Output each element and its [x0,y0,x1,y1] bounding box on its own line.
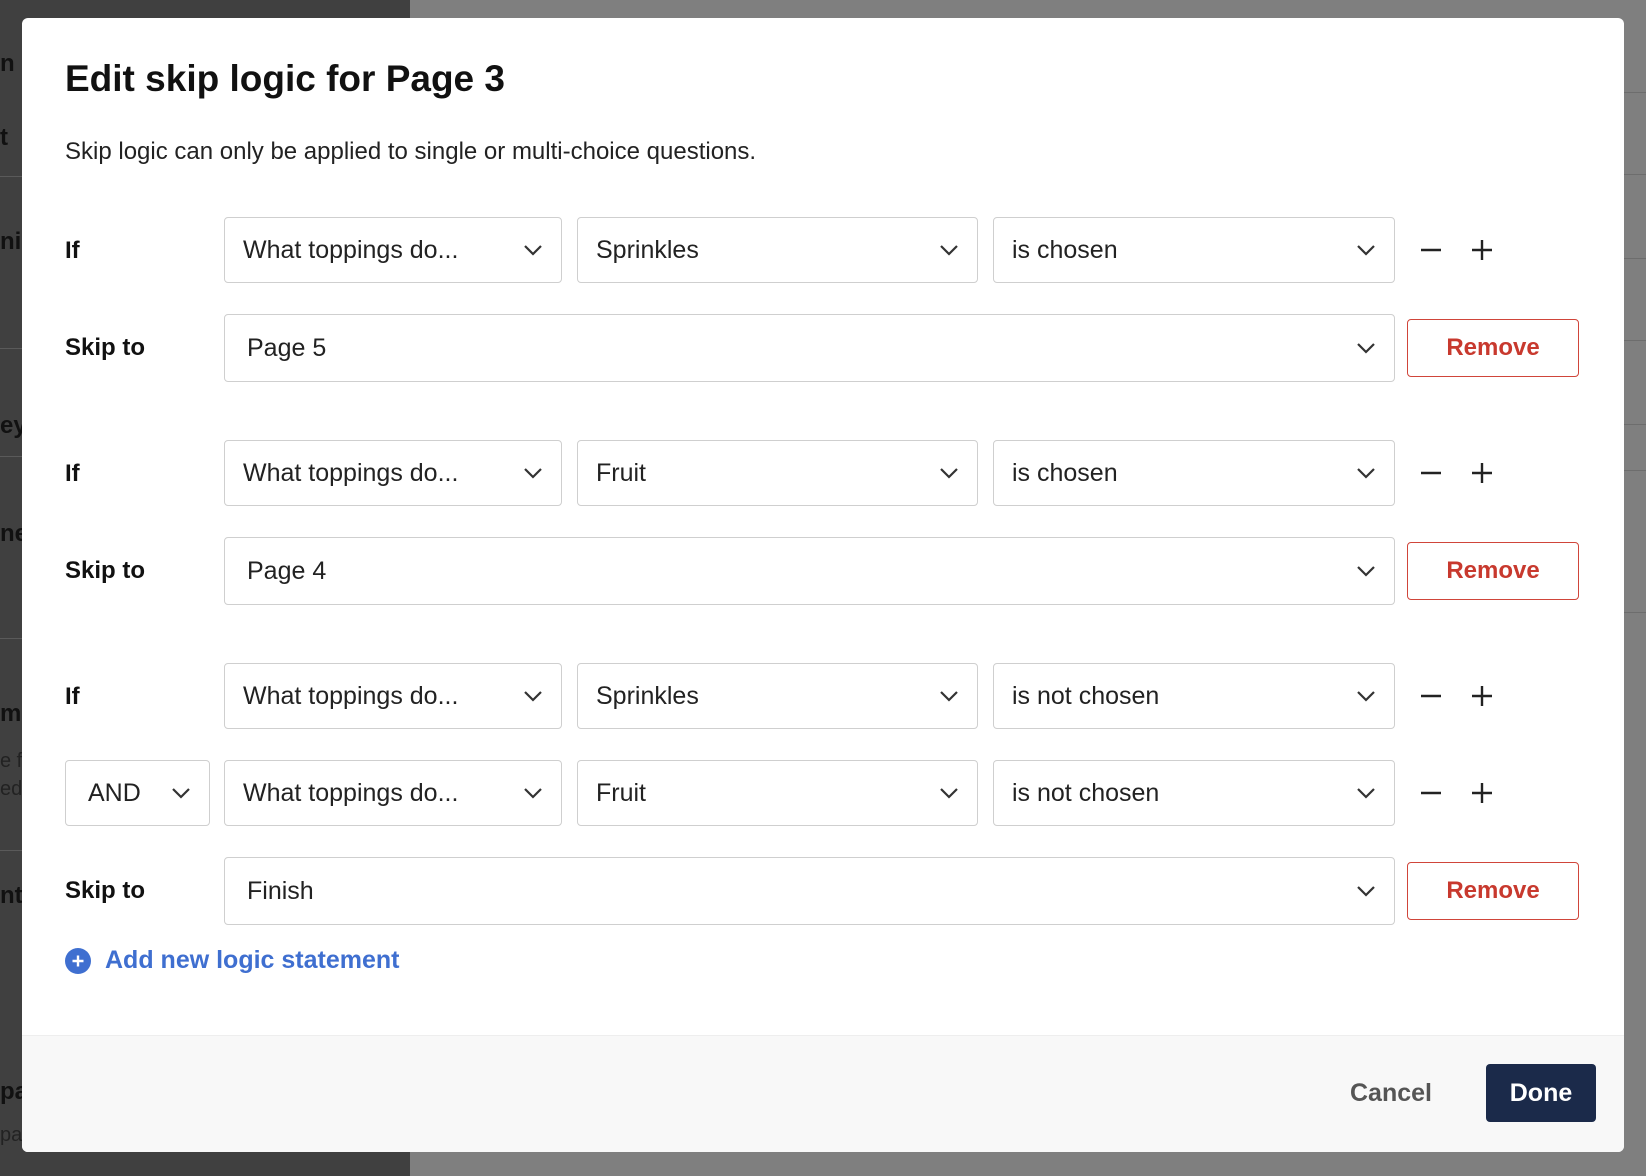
remove-condition-button[interactable] [1414,679,1448,713]
dialog-footer: Cancel Done [22,1035,1624,1152]
background-text: e f [0,750,23,772]
chevron-down-icon [1357,343,1375,354]
question-select-value: What toppings do... [243,235,459,264]
done-button[interactable]: Done [1486,1064,1596,1122]
question-select[interactable]: What toppings do... [224,217,562,283]
plus-icon [1472,463,1492,483]
background-text: n [0,50,15,77]
chevron-down-icon [940,788,958,799]
chevron-down-icon [1357,788,1375,799]
background-text: t [0,124,8,151]
remove-condition-button[interactable] [1414,456,1448,490]
chevron-down-icon [1357,886,1375,897]
answer-select-value: Fruit [596,458,646,487]
remove-condition-button[interactable] [1414,233,1448,267]
operator-select[interactable]: is chosen [993,217,1395,283]
skip-to-select-value: Page 4 [247,556,327,585]
logic-operator-select[interactable]: AND [65,760,210,826]
chevron-down-icon [524,245,542,256]
minus-icon [1421,694,1441,698]
skip-to-select[interactable]: Page 5 [224,314,1395,382]
skip-to-select-value: Finish [247,876,314,905]
add-condition-button[interactable] [1465,233,1499,267]
question-select-value: What toppings do... [243,681,459,710]
answer-select[interactable]: Sprinkles [577,663,978,729]
cancel-button[interactable]: Cancel [1350,1064,1432,1122]
add-logic-statement-label: Add new logic statement [105,946,400,974]
plus-circle-icon [65,947,91,974]
answer-select-value: Sprinkles [596,235,699,264]
remove-statement-button[interactable]: Remove [1407,542,1579,600]
chevron-down-icon [1357,245,1375,256]
skip-to-select[interactable]: Page 4 [224,537,1395,605]
chevron-down-icon [172,788,190,799]
skip-to-select[interactable]: Finish [224,857,1395,925]
operator-select-value: is not chosen [1012,681,1160,710]
remove-statement-button[interactable]: Remove [1407,319,1579,377]
skip-to-label: Skip to [65,557,146,584]
dialog-title: Edit skip logic for Page 3 [65,58,505,99]
answer-select-value: Sprinkles [596,681,699,710]
remove-statement-button[interactable]: Remove [1407,862,1579,920]
background-divider [0,638,24,639]
question-select-value: What toppings do... [243,778,459,807]
question-select[interactable]: What toppings do... [224,663,562,729]
chevron-down-icon [1357,566,1375,577]
minus-icon [1421,248,1441,252]
answer-select-value: Fruit [596,778,646,807]
minus-icon [1421,471,1441,475]
add-condition-button[interactable] [1465,679,1499,713]
add-condition-button[interactable] [1465,776,1499,810]
question-select[interactable]: What toppings do... [224,440,562,506]
operator-select[interactable]: is chosen [993,440,1395,506]
background-divider [0,348,24,349]
add-logic-statement-button[interactable]: Add new logic statement [65,946,399,975]
plus-icon [1472,686,1492,706]
background-text: nt [0,882,23,909]
operator-select[interactable]: is not chosen [993,663,1395,729]
chevron-down-icon [524,468,542,479]
dialog-description: Skip logic can only be applied to single… [65,138,757,165]
skip-to-label: Skip to [65,877,146,904]
operator-select-value: is chosen [1012,235,1118,264]
if-label: If [65,237,80,264]
operator-select-value: is not chosen [1012,778,1160,807]
chevron-down-icon [940,245,958,256]
minus-icon [1421,791,1441,795]
logic-operator-select-value: AND [88,778,141,807]
background-text: ni [0,228,22,255]
chevron-down-icon [1357,691,1375,702]
question-select[interactable]: What toppings do... [224,760,562,826]
chevron-down-icon [940,691,958,702]
background-divider [0,850,24,851]
background-divider [0,176,24,177]
plus-icon [1472,240,1492,260]
answer-select[interactable]: Fruit [577,440,978,506]
chevron-down-icon [524,691,542,702]
if-label: If [65,683,80,710]
remove-condition-button[interactable] [1414,776,1448,810]
answer-select[interactable]: Sprinkles [577,217,978,283]
add-condition-button[interactable] [1465,456,1499,490]
chevron-down-icon [1357,468,1375,479]
operator-select-value: is chosen [1012,458,1118,487]
answer-select[interactable]: Fruit [577,760,978,826]
skip-to-select-value: Page 5 [247,333,327,362]
background-divider [0,456,24,457]
background-text: ed [0,778,23,800]
skip-to-label: Skip to [65,334,146,361]
chevron-down-icon [524,788,542,799]
question-select-value: What toppings do... [243,458,459,487]
skip-logic-dialog: Edit skip logic for Page 3 Skip logic ca… [22,18,1624,1152]
chevron-down-icon [940,468,958,479]
operator-select[interactable]: is not chosen [993,760,1395,826]
if-label: If [65,460,80,487]
plus-icon [1472,783,1492,803]
